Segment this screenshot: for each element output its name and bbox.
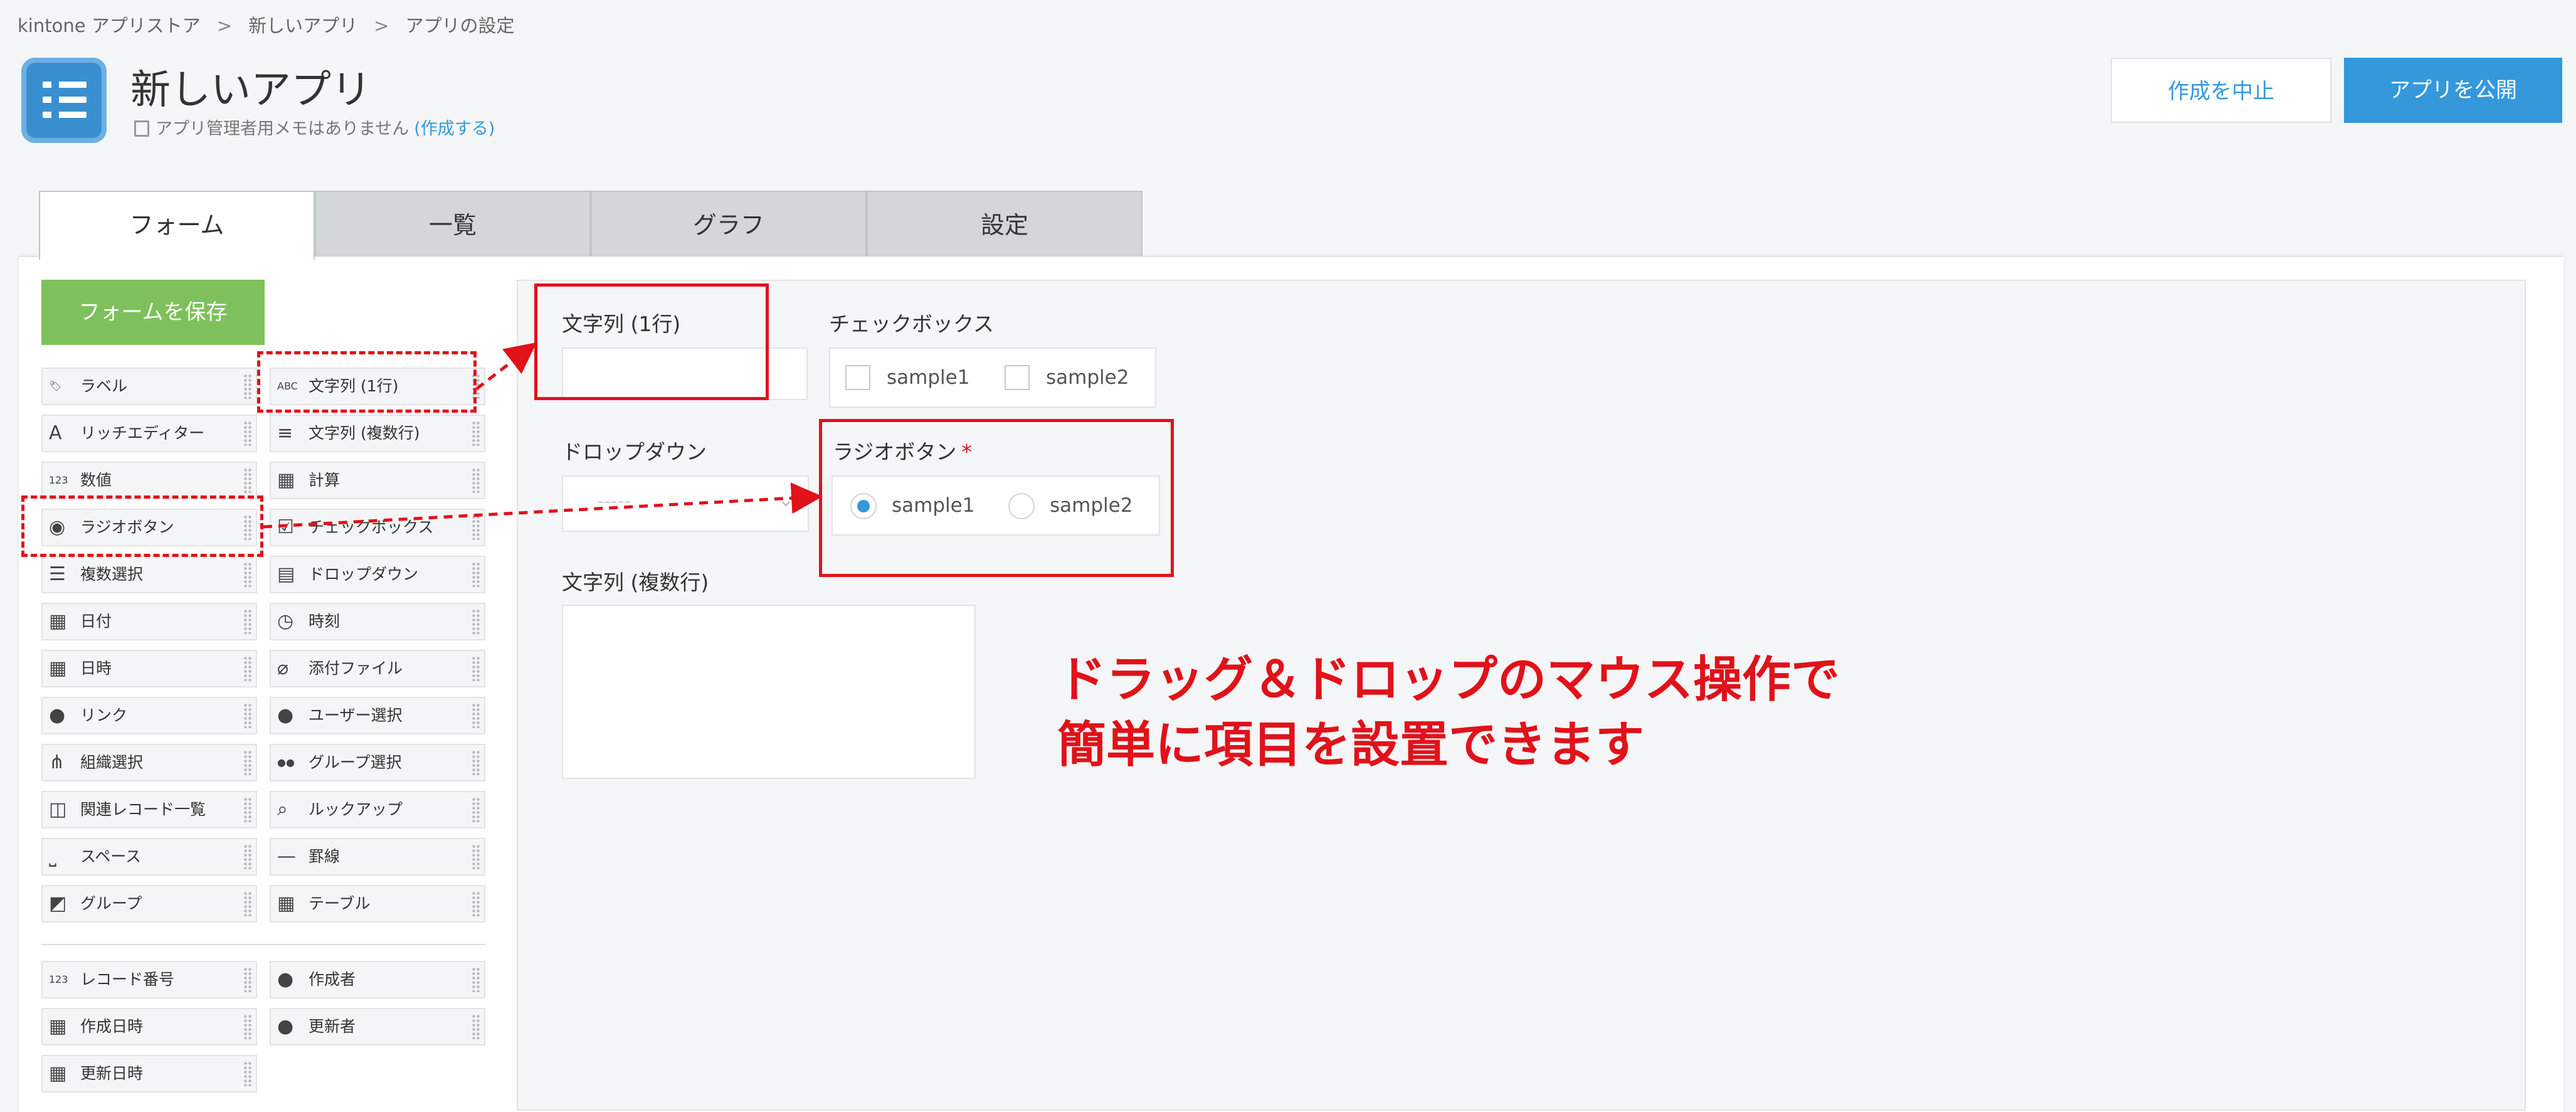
tab-form[interactable]: フォーム bbox=[39, 191, 315, 260]
drag-arrows bbox=[263, 342, 823, 529]
annotation-line1: ドラッグ＆ドロップのマウス操作で bbox=[1057, 652, 1840, 708]
annotation-line2: 簡単に項目を設置できます bbox=[1057, 717, 1645, 773]
drag-arrow-radio bbox=[263, 482, 823, 529]
drag-arrow-single-line bbox=[475, 342, 537, 390]
annotation-callout: ドラッグ＆ドロップのマウス操作で 簡単に項目を設置できます bbox=[1057, 647, 1840, 778]
